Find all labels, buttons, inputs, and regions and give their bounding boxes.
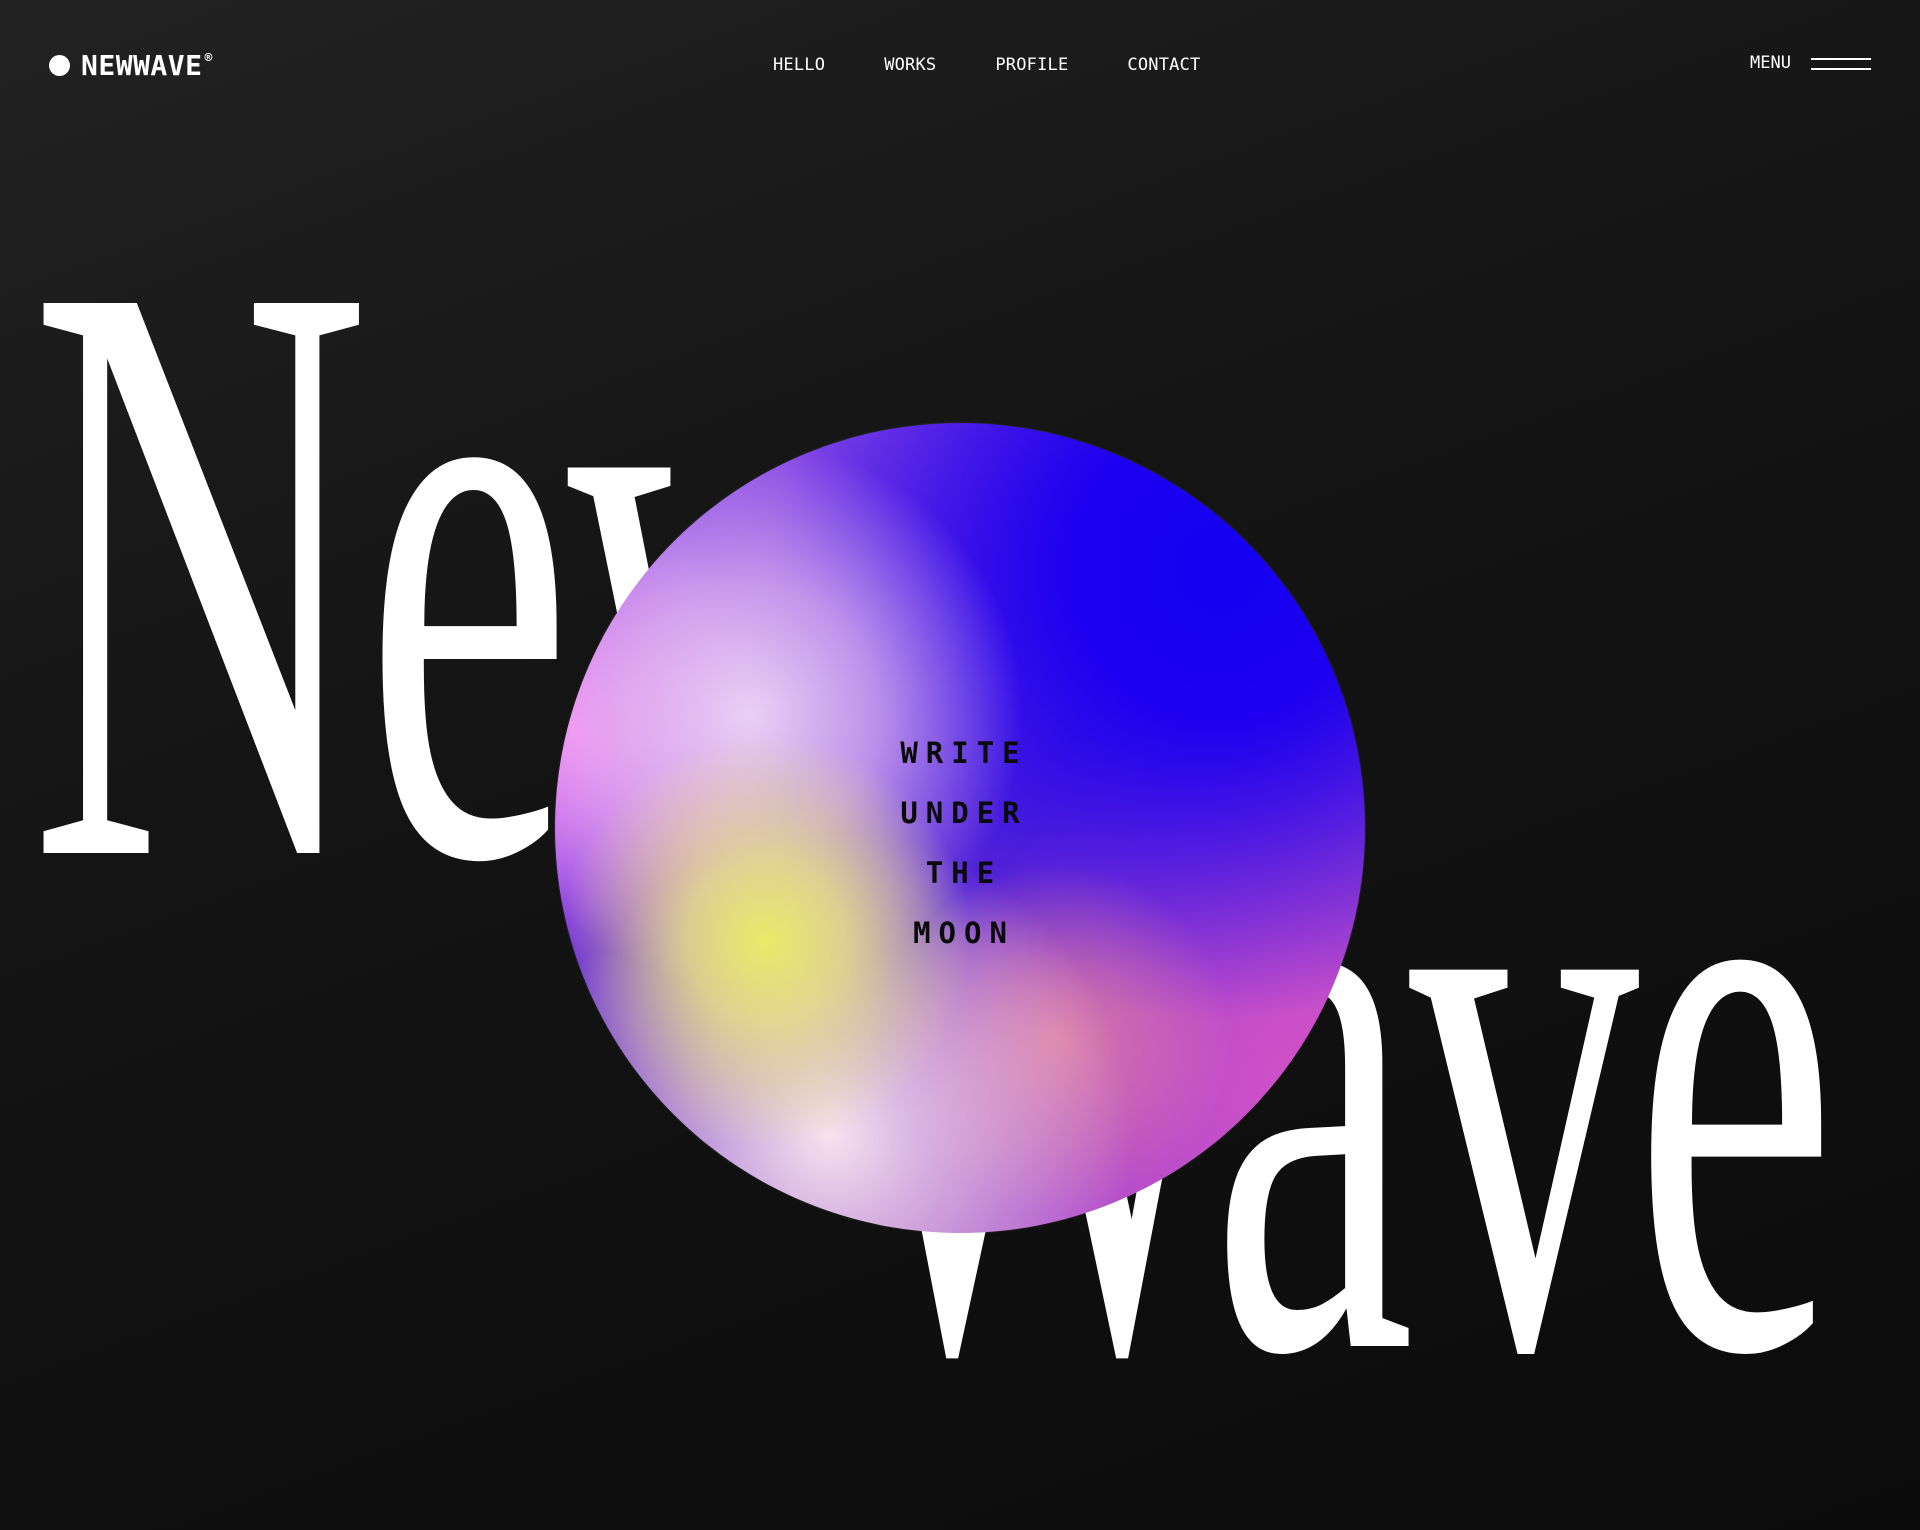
logo-dot-icon [49, 54, 70, 76]
menu-button[interactable]: MENU [1750, 53, 1871, 73]
nav-item-profile[interactable]: PROFILE [995, 55, 1068, 75]
nav-item-works[interactable]: WORKS [884, 55, 936, 75]
orb-tagline-line: UNDER [900, 796, 1028, 830]
logo-text: NEWWAVE [81, 48, 203, 82]
main-nav: HELLO WORKS PROFILE CONTACT [773, 55, 1200, 75]
site-header: NEWWAVE ® HELLO WORKS PROFILE CONTACT ME… [0, 0, 1920, 132]
hero: New Wave WRITE UNDER THE MOON [0, 0, 1920, 1530]
nav-item-hello[interactable]: HELLO [773, 55, 825, 75]
gradient-orb: WRITE UNDER THE MOON [555, 423, 1365, 1233]
orb-tagline-line: MOON [913, 916, 1015, 950]
hamburger-icon[interactable] [1811, 55, 1871, 71]
orb-tagline: WRITE UNDER THE MOON [555, 723, 1365, 963]
orb-tagline-line: WRITE [900, 736, 1028, 770]
registered-mark: ® [204, 51, 213, 66]
menu-label: MENU [1750, 53, 1791, 73]
nav-item-contact[interactable]: CONTACT [1127, 55, 1200, 75]
orb-tagline-line: THE [925, 856, 1003, 890]
logo-link[interactable]: NEWWAVE ® [49, 48, 213, 82]
